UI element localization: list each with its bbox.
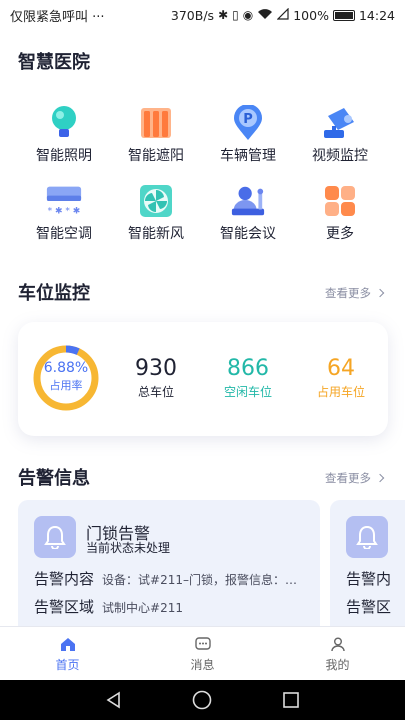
grid-item-freshair[interactable]: 智能新风 <box>110 183 202 243</box>
message-icon <box>194 637 211 650</box>
alarm-status: 当前状态未处理 <box>86 541 171 555</box>
alarm-view-more-link[interactable]: 查看更多 <box>325 470 385 486</box>
grid-item-lighting[interactable]: 智能照明 <box>18 105 110 165</box>
alarm-content-key: 告警内容 <box>34 570 95 588</box>
grid-label: 更多 <box>326 226 354 242</box>
grid-label: 智能照明 <box>36 148 92 164</box>
carrier-text: 仅限紧急呼叫 ··· <box>10 9 105 25</box>
alarm-content-row: 告警内容 设备：试#211–门锁，报警信息：… <box>34 568 309 589</box>
used-label: 占用车位 <box>316 385 365 399</box>
chevron-right-icon <box>375 473 385 483</box>
grid-item-video[interactable]: 视频监控 <box>294 105 386 165</box>
parking-icon: P <box>230 105 266 141</box>
grid-label: 车辆管理 <box>220 148 276 164</box>
function-grid: 智能照明 智能遮阳 P 车辆管理 视频监控 * ✱ * ✱ 智能空调 智能新风 … <box>18 105 388 243</box>
alarm-area-row: 告警区 <box>346 596 405 617</box>
home-icon <box>60 638 75 651</box>
page-title: 智慧医院 <box>18 52 90 73</box>
bell-icon <box>34 516 76 558</box>
alarm-content-row: 告警内 <box>346 568 405 589</box>
back-icon[interactable] <box>105 691 123 709</box>
stat-used: 64 占用车位 <box>301 356 381 400</box>
stat-total: 930 总车位 <box>116 356 196 400</box>
fan-icon <box>138 183 174 219</box>
camera-icon <box>322 105 358 141</box>
free-label: 空闲车位 <box>223 385 272 399</box>
wifi-icon <box>257 8 273 23</box>
tab-label: 我的 <box>325 658 350 672</box>
tab-label: 消息 <box>190 658 215 672</box>
profile-icon <box>330 637 345 652</box>
alarm-area-value: 试制中心#211 <box>102 601 183 615</box>
system-nav-bar <box>0 680 405 720</box>
eye-icon: ◉ <box>242 8 254 22</box>
status-icons: 370B/s ✱ ▯ ◉ 100% 14:24 <box>170 7 395 23</box>
bluetooth-icon: ✱ <box>218 8 229 22</box>
grid-item-sunshade[interactable]: 智能遮阳 <box>110 105 202 165</box>
total-label: 总车位 <box>137 385 174 399</box>
battery-percent: 100% <box>293 7 329 23</box>
alarm-content-key: 告警内 <box>346 570 392 588</box>
grid-item-vehicle[interactable]: P 车辆管理 <box>202 105 294 165</box>
bell-icon <box>346 516 388 558</box>
aircon-icon: * ✱ * ✱ <box>46 183 82 219</box>
meeting-icon <box>230 183 266 219</box>
alarm-card-next[interactable]: 告警内 告警区 <box>330 500 405 640</box>
more-grid-icon <box>322 183 358 219</box>
occupancy-rate: 6.88% <box>43 360 89 376</box>
free-count: 866 <box>227 356 269 381</box>
gauge-text: 6.88% 占用率 <box>30 360 102 393</box>
occupancy-label: 占用率 <box>49 379 83 392</box>
alarm-area-key: 告警区域 <box>34 598 95 616</box>
view-more-label: 查看更多 <box>325 471 371 485</box>
network-speed: 370B/s <box>170 7 215 23</box>
total-count: 930 <box>135 356 177 381</box>
tab-home[interactable]: 首页 <box>0 627 135 680</box>
alarm-area-key: 告警区 <box>346 598 392 616</box>
grid-label: 智能会议 <box>220 226 276 242</box>
tab-profile[interactable]: 我的 <box>270 627 405 680</box>
tab-label: 首页 <box>55 658 80 672</box>
used-count: 64 <box>327 356 355 381</box>
grid-item-meeting[interactable]: 智能会议 <box>202 183 294 243</box>
battery-icon <box>332 9 355 21</box>
parking-view-more-link[interactable]: 查看更多 <box>325 285 385 301</box>
signal-icon <box>276 7 289 23</box>
grid-item-more[interactable]: 更多 <box>294 183 386 243</box>
view-more-label: 查看更多 <box>325 286 371 300</box>
alarm-section-title: 告警信息 <box>18 468 90 489</box>
grid-label: 智能空调 <box>36 226 92 242</box>
home-circle-icon[interactable] <box>192 690 212 710</box>
grid-item-aircon[interactable]: * ✱ * ✱ 智能空调 <box>18 183 110 243</box>
vibrate-icon: ▯ <box>232 8 239 22</box>
recents-icon[interactable] <box>282 691 300 709</box>
parking-section-title: 车位监控 <box>18 283 90 304</box>
stat-free: 866 空闲车位 <box>208 356 288 400</box>
sunshade-icon <box>138 105 174 141</box>
grid-label: 智能新风 <box>128 226 184 242</box>
bulb-icon <box>46 105 82 141</box>
svg-text:* ✱ * ✱: * ✱ * ✱ <box>48 207 81 217</box>
parking-card[interactable]: 6.88% 占用率 930 总车位 866 空闲车位 64 占用车位 <box>18 322 388 436</box>
alarm-content-value: 设备：试#211–门锁，报警信息：… <box>102 573 297 587</box>
status-bar: 仅限紧急呼叫 ··· 370B/s ✱ ▯ ◉ 100% 14:24 <box>0 0 405 30</box>
bottom-tab-bar: 首页 消息 我的 <box>0 626 405 680</box>
chevron-right-icon <box>375 288 385 298</box>
alarm-area-row: 告警区域 试制中心#211 <box>34 596 309 617</box>
grid-label: 视频监控 <box>312 148 368 164</box>
svg-text:P: P <box>243 112 253 127</box>
alarm-card[interactable]: 门锁告警 当前状态未处理 告警内容 设备：试#211–门锁，报警信息：… 告警区… <box>18 500 320 640</box>
clock: 14:24 <box>358 7 395 23</box>
tab-messages[interactable]: 消息 <box>135 627 270 680</box>
grid-label: 智能遮阳 <box>128 148 184 164</box>
